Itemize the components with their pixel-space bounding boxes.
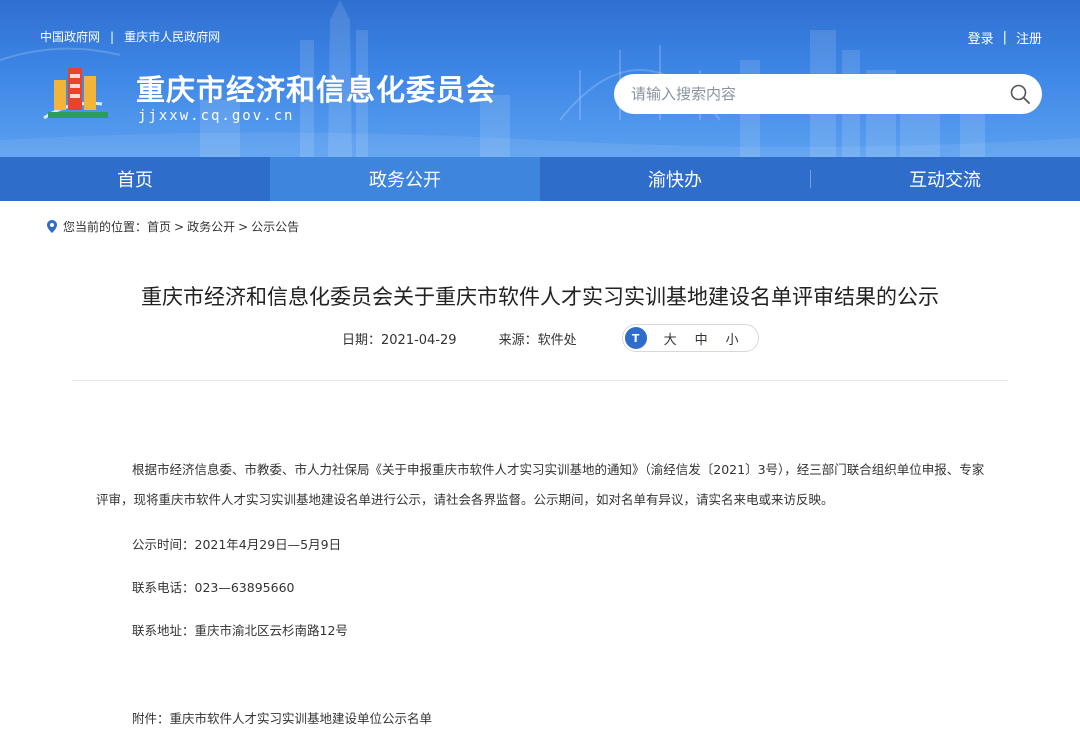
contact-phone: 联系电话：023—63895660 [132, 580, 295, 595]
contact-address: 联系地址：重庆市渝北区云杉南路12号 [132, 623, 348, 638]
main-nav: 首页 政务公开 渝快办 互动交流 [0, 157, 1080, 201]
logo-emblem-icon [43, 68, 108, 120]
site-title[interactable]: 重庆市经济和信息化委员会 [136, 67, 496, 109]
location-pin-icon [47, 220, 57, 233]
site-header: 中国政府网 | 重庆市人民政府网 登录 | 注册 重庆市经济和信息化委员会 jj… [0, 0, 1080, 157]
font-size-control: T 大 中 小 [621, 324, 759, 352]
search-icon [1010, 84, 1030, 104]
top-links: 中国政府网 | 重庆市人民政府网 [40, 28, 220, 45]
link-chongqing-gov[interactable]: 重庆市人民政府网 [124, 28, 220, 45]
auth-separator: | [1002, 30, 1007, 45]
article-paragraph: 根据市经济信息委、市教委、市人力社保局《关于申报重庆市软件人才实习实训基地的通知… [96, 462, 985, 507]
breadcrumb-arrow: > [238, 219, 249, 234]
breadcrumb: 您当前的位置： 首页 > 政务公开 > 公示公告 [47, 218, 299, 235]
auth-links: 登录 | 注册 [968, 28, 1042, 47]
nav-item-home[interactable]: 首页 [0, 157, 270, 201]
breadcrumb-prefix: 您当前的位置： [63, 220, 148, 234]
font-size-icon: T [624, 327, 647, 349]
link-separator: | [110, 29, 115, 44]
search-input[interactable] [614, 74, 998, 114]
search-bar [614, 74, 1042, 114]
article-title: 重庆市经济和信息化委员会关于重庆市软件人才实习实训基地建设名单评审结果的公示 [141, 285, 939, 309]
breadcrumb-arrow: > [174, 219, 185, 234]
link-china-gov[interactable]: 中国政府网 [40, 28, 100, 45]
register-link[interactable]: 注册 [1016, 28, 1042, 47]
announcement-period: 公示时间：2021年4月29日—5月9日 [132, 537, 342, 552]
article-divider [72, 380, 1008, 381]
breadcrumb-announcements[interactable]: 公示公告 [251, 218, 299, 235]
article-meta: 日期：2021-04-29 来源：软件处 T 大 中 小 [342, 323, 759, 353]
site-logo[interactable] [40, 60, 130, 130]
article-date: 日期：2021-04-29 [342, 332, 457, 348]
site-domain: jjxxw.cq.gov.cn [138, 108, 295, 124]
nav-item-yukuaiban[interactable]: 渝快办 [540, 157, 810, 201]
font-size-large-button[interactable]: 大 [664, 329, 677, 348]
search-button[interactable] [998, 74, 1042, 114]
article-source: 来源：软件处 [498, 332, 577, 348]
nav-item-government-affairs[interactable]: 政务公开 [270, 157, 540, 201]
font-size-small-button[interactable]: 小 [726, 329, 739, 348]
breadcrumb-government-affairs[interactable]: 政务公开 [187, 218, 235, 235]
login-link[interactable]: 登录 [968, 28, 994, 47]
font-size-medium-button[interactable]: 中 [695, 329, 708, 348]
attachment-link[interactable]: 附件：重庆市软件人才实习实训基地建设单位公示名单 [132, 708, 432, 727]
article-body: 根据市经济信息委、市教委、市人力社保局《关于申报重庆市软件人才实习实训基地的通知… [96, 455, 996, 515]
nav-item-interaction[interactable]: 互动交流 [810, 157, 1080, 201]
breadcrumb-home[interactable]: 首页 [147, 218, 171, 235]
